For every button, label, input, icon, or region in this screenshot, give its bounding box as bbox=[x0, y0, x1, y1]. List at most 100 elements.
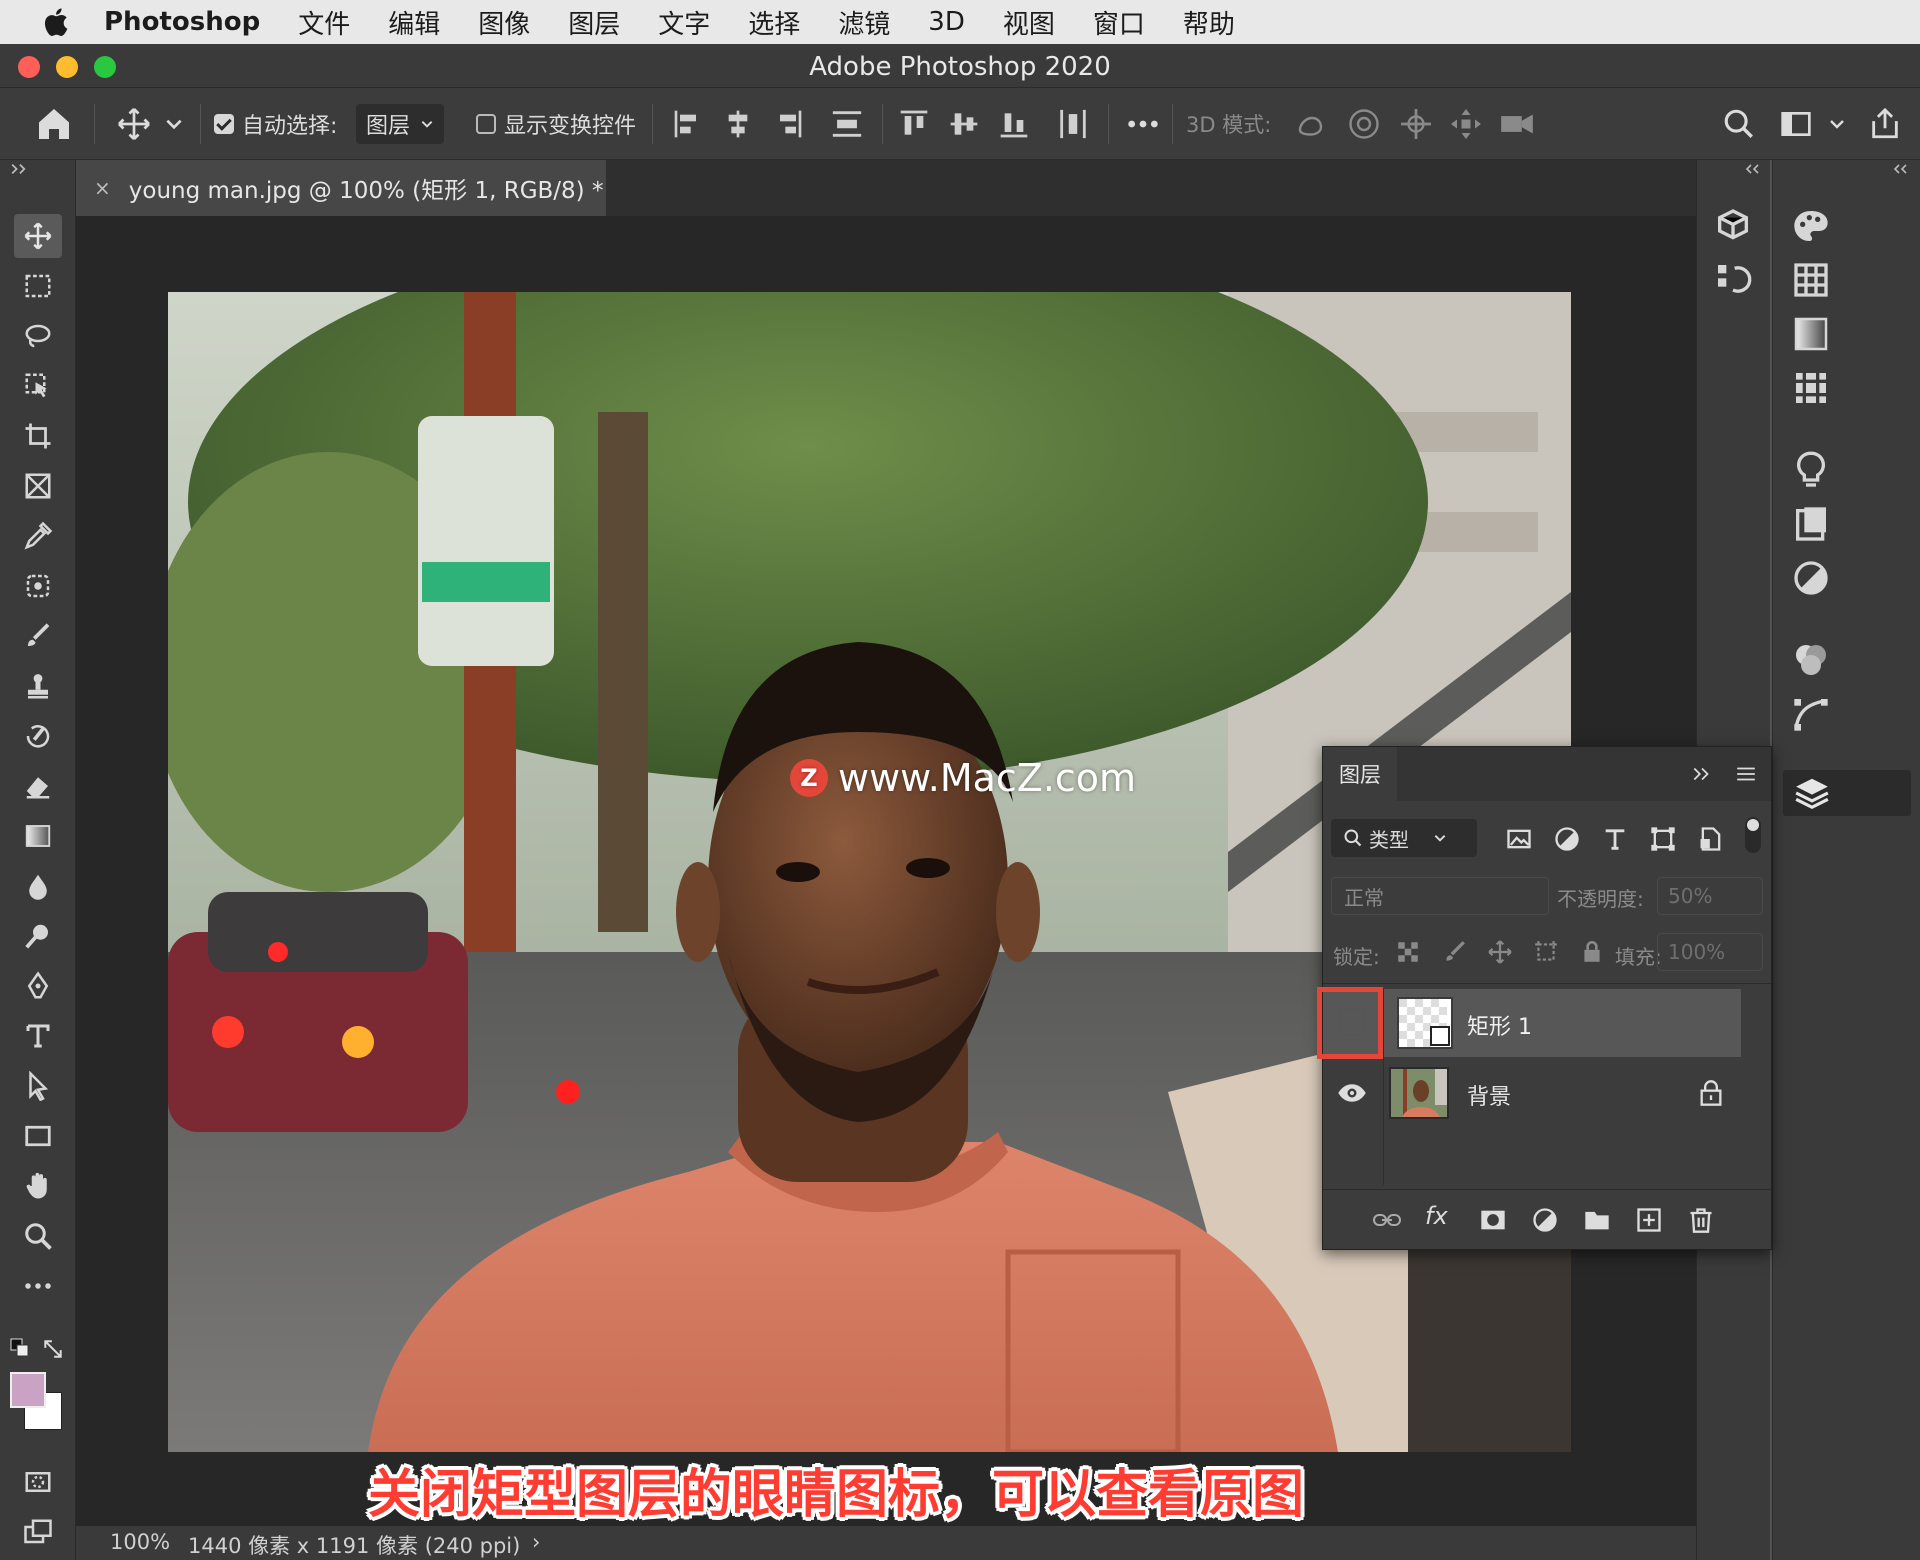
distribute-horizontal-icon[interactable] bbox=[1056, 104, 1090, 144]
learn-panel-icon[interactable] bbox=[1791, 450, 1831, 490]
menu-image[interactable]: 图像 bbox=[478, 4, 530, 41]
hand-tool[interactable] bbox=[14, 1164, 62, 1208]
filter-type-icon[interactable] bbox=[1601, 825, 1629, 853]
collapse-dock2-icon[interactable] bbox=[1891, 162, 1911, 176]
type-tool[interactable] bbox=[14, 1014, 62, 1058]
align-vertical-center-icon[interactable] bbox=[948, 104, 980, 144]
apple-logo-icon[interactable] bbox=[40, 6, 70, 38]
swap-colors-icon[interactable] bbox=[42, 1338, 64, 1360]
layer-row-rectangle[interactable]: 矩形 1 bbox=[1323, 989, 1741, 1057]
blur-tool[interactable] bbox=[14, 864, 62, 908]
zoom-level[interactable]: 100% bbox=[110, 1530, 170, 1554]
layers-panel-button[interactable] bbox=[1783, 770, 1911, 816]
libraries-panel-icon[interactable] bbox=[1791, 504, 1831, 544]
layer-name[interactable]: 背景 bbox=[1467, 1079, 1511, 1111]
layer-filter-dropdown[interactable]: 类型 bbox=[1331, 819, 1477, 857]
filter-pixel-icon[interactable] bbox=[1505, 825, 1533, 853]
menu-window[interactable]: 窗口 bbox=[1093, 4, 1145, 41]
blend-mode-dropdown[interactable]: 正常 bbox=[1331, 877, 1549, 915]
foreground-color-swatch[interactable] bbox=[10, 1372, 46, 1408]
patterns-panel-icon[interactable] bbox=[1791, 368, 1831, 408]
fill-field[interactable]: 100% bbox=[1657, 933, 1763, 971]
align-right-icon[interactable] bbox=[772, 104, 804, 144]
menu-view[interactable]: 视图 bbox=[1003, 4, 1055, 41]
color-panel-icon[interactable] bbox=[1791, 206, 1831, 246]
brush-tool[interactable] bbox=[14, 614, 62, 658]
crop-tool[interactable] bbox=[14, 414, 62, 458]
auto-select-target-dropdown[interactable]: 图层 bbox=[356, 104, 445, 144]
menu-filter[interactable]: 滤镜 bbox=[838, 4, 890, 41]
more-options-icon[interactable] bbox=[1126, 104, 1160, 144]
swatches-panel-icon[interactable] bbox=[1791, 260, 1831, 300]
menu-3d[interactable]: 3D bbox=[928, 7, 965, 37]
default-colors-icon[interactable] bbox=[10, 1338, 30, 1358]
clone-stamp-tool[interactable] bbox=[14, 664, 62, 708]
align-bottom-icon[interactable] bbox=[998, 104, 1030, 144]
menu-select[interactable]: 选择 bbox=[748, 4, 800, 41]
path-selection-tool[interactable] bbox=[14, 1064, 62, 1108]
panel-menu-icon[interactable] bbox=[1735, 765, 1757, 783]
new-layer-icon[interactable] bbox=[1635, 1206, 1663, 1234]
align-top-icon[interactable] bbox=[898, 104, 930, 144]
trash-icon[interactable] bbox=[1687, 1206, 1715, 1234]
eyedropper-tool[interactable] bbox=[14, 514, 62, 558]
edit-toolbar-icon[interactable] bbox=[14, 1264, 62, 1308]
menu-file[interactable]: 文件 bbox=[298, 4, 350, 41]
menu-edit[interactable]: 编辑 bbox=[388, 4, 440, 41]
rectangle-tool[interactable] bbox=[14, 1114, 62, 1158]
move-tool-icon[interactable] bbox=[116, 104, 152, 144]
gradients-panel-icon[interactable] bbox=[1791, 314, 1831, 354]
search-icon[interactable] bbox=[1722, 104, 1756, 144]
tool-preset-chevron-icon[interactable] bbox=[164, 104, 184, 144]
lock-icon[interactable] bbox=[1699, 1079, 1723, 1107]
layers-empty-area[interactable] bbox=[1323, 1129, 1743, 1185]
filter-smart-object-icon[interactable] bbox=[1697, 825, 1725, 853]
dodge-tool[interactable] bbox=[14, 914, 62, 958]
filter-toggle[interactable] bbox=[1745, 817, 1761, 853]
marquee-tool[interactable] bbox=[14, 264, 62, 308]
lock-all-icon[interactable] bbox=[1579, 939, 1605, 965]
lock-artboard-icon[interactable] bbox=[1533, 939, 1559, 965]
layer-name[interactable]: 矩形 1 bbox=[1467, 1009, 1532, 1041]
history-brush-tool[interactable] bbox=[14, 714, 62, 758]
lasso-tool[interactable] bbox=[14, 314, 62, 358]
mask-icon[interactable] bbox=[1479, 1206, 1507, 1234]
expand-toolbar-icon[interactable] bbox=[10, 162, 32, 176]
show-transform-checkbox[interactable] bbox=[476, 114, 496, 134]
close-tab-icon[interactable]: × bbox=[94, 176, 111, 200]
document-tab[interactable]: × young man.jpg @ 100% (矩形 1, RGB/8) * bbox=[76, 160, 606, 216]
frame-tool[interactable] bbox=[14, 464, 62, 508]
3d-roll-icon[interactable] bbox=[1346, 104, 1382, 144]
layer-row-background[interactable]: 背景 bbox=[1323, 1059, 1741, 1127]
menu-app-name[interactable]: Photoshop bbox=[104, 7, 260, 37]
healing-brush-tool[interactable] bbox=[14, 564, 62, 608]
opacity-field[interactable]: 50% bbox=[1657, 877, 1763, 915]
pen-tool[interactable] bbox=[14, 964, 62, 1008]
document-info[interactable]: 1440 像素 x 1191 像素 (240 ppi) bbox=[188, 1530, 520, 1560]
3d-slide-icon[interactable] bbox=[1448, 104, 1484, 144]
3d-panel-icon[interactable] bbox=[1713, 206, 1753, 246]
move-tool[interactable] bbox=[14, 214, 62, 258]
3d-camera-icon[interactable] bbox=[1498, 104, 1536, 144]
3d-orbit-icon[interactable] bbox=[1294, 104, 1330, 144]
lock-position-icon[interactable] bbox=[1487, 939, 1513, 965]
object-selection-tool[interactable] bbox=[14, 364, 62, 408]
lock-transparent-pixels-icon[interactable] bbox=[1395, 939, 1421, 965]
fx-icon[interactable]: fx bbox=[1425, 1202, 1448, 1230]
eye-icon[interactable] bbox=[1337, 1081, 1367, 1105]
filter-adjustment-icon[interactable] bbox=[1553, 825, 1581, 853]
status-menu-arrow[interactable]: › bbox=[532, 1530, 540, 1554]
distribute-vertical-icon[interactable] bbox=[830, 104, 864, 144]
gradient-tool[interactable] bbox=[14, 814, 62, 858]
filter-shape-icon[interactable] bbox=[1649, 825, 1677, 853]
align-left-icon[interactable] bbox=[672, 104, 704, 144]
eraser-tool[interactable] bbox=[14, 764, 62, 808]
history-panel-icon[interactable] bbox=[1713, 260, 1753, 300]
menu-type[interactable]: 文字 bbox=[658, 4, 710, 41]
folder-icon[interactable] bbox=[1583, 1206, 1611, 1234]
align-horizontal-center-icon[interactable] bbox=[722, 104, 754, 144]
home-icon[interactable] bbox=[34, 104, 74, 144]
workspace-chevron-icon[interactable] bbox=[1828, 104, 1846, 144]
auto-select-checkbox[interactable] bbox=[214, 114, 234, 134]
zoom-tool[interactable] bbox=[14, 1214, 62, 1258]
